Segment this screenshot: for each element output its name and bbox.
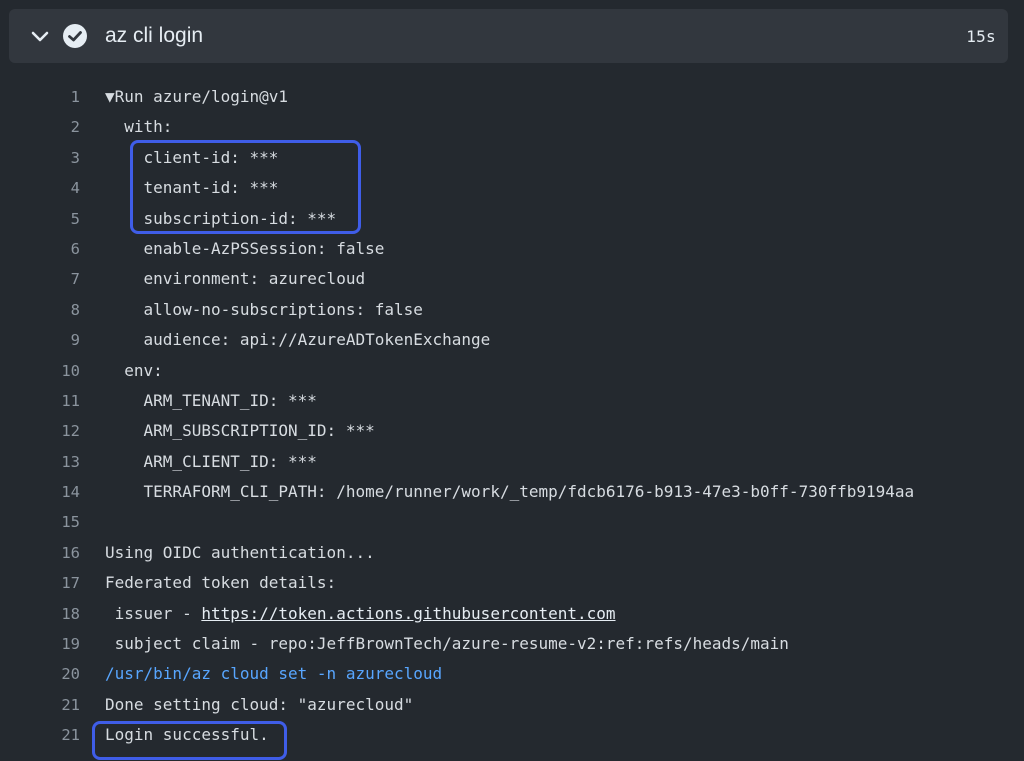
log-line-text: Login successful. (105, 725, 269, 745)
log-command-text: /usr/bin/az cloud set -n azurecloud (105, 664, 443, 684)
log-line-text: with: (105, 117, 173, 137)
line-number[interactable]: 13 (48, 452, 80, 472)
log-line: 21 Done setting cloud: "azurecloud" (0, 690, 1024, 720)
log-line-text: Using OIDC authentication... (105, 542, 375, 562)
line-number[interactable]: 21 (48, 725, 80, 745)
line-number[interactable]: 12 (48, 421, 80, 441)
log-line: 2 with: (0, 112, 1024, 142)
log-line: 7 environment: azurecloud (0, 264, 1024, 294)
log-line-text: Done setting cloud: "azurecloud" (105, 694, 414, 714)
log-line-text: ARM_TENANT_ID: *** (105, 390, 317, 410)
log-line-text: TERRAFORM_CLI_PATH: /home/runner/work/_t… (105, 482, 915, 502)
line-number[interactable]: 2 (48, 117, 80, 137)
line-number[interactable]: 4 (48, 178, 80, 198)
log-line: 18 issuer - https://token.actions.github… (0, 599, 1024, 629)
log-line-text: environment: azurecloud (105, 269, 366, 289)
step-duration: 15s (966, 27, 996, 46)
log-line: 3 client-id: *** (0, 143, 1024, 173)
line-number[interactable]: 17 (48, 573, 80, 593)
log-line: 13 ARM_CLIENT_ID: *** (0, 447, 1024, 477)
line-number[interactable]: 7 (48, 269, 80, 289)
line-number[interactable]: 11 (48, 391, 80, 411)
log-line: 14 TERRAFORM_CLI_PATH: /home/runner/work… (0, 477, 1024, 507)
line-number[interactable]: 16 (48, 543, 80, 563)
log-line: 10 env: (0, 356, 1024, 386)
log-line: 9 audience: api://AzureADTokenExchange (0, 325, 1024, 355)
log-line-text: issuer - https://token.actions.githubuse… (105, 603, 616, 623)
log-line: 20/usr/bin/az cloud set -n azurecloud (0, 659, 1024, 689)
log-line: 21 Login successful. (0, 720, 1024, 750)
line-number[interactable]: 21 (48, 695, 80, 715)
log-line: 17 Federated token details: (0, 568, 1024, 598)
issuer-link[interactable]: https://token.actions.githubusercontent.… (201, 604, 615, 623)
log-line: 4 tenant-id: *** (0, 173, 1024, 203)
line-number[interactable]: 8 (48, 300, 80, 320)
line-number[interactable]: 10 (48, 361, 80, 381)
log-line-text: env: (105, 360, 163, 380)
log-line: 1 ▼Run azure/login@v1 (0, 82, 1024, 112)
line-number[interactable]: 5 (48, 209, 80, 229)
log-line: 11 ARM_TENANT_ID: *** (0, 386, 1024, 416)
chevron-down-icon[interactable] (29, 26, 51, 48)
log-line-text: Federated token details: (105, 573, 337, 593)
log-line-text: client-id: *** (105, 147, 279, 167)
log-line-text: subject claim - repo:JeffBrownTech/azure… (105, 634, 789, 654)
line-number[interactable]: 1 (48, 87, 80, 107)
log-line-text: subscription-id: *** (105, 208, 337, 228)
check-circle-icon (63, 24, 87, 48)
line-number[interactable]: 15 (48, 512, 80, 532)
log-line: 15 (0, 507, 1024, 537)
step-header[interactable]: az cli login 15s (9, 9, 1008, 63)
log-line-text: ARM_SUBSCRIPTION_ID: *** (105, 421, 375, 441)
line-number[interactable]: 6 (48, 239, 80, 259)
log-line-text: enable-AzPSSession: false (105, 238, 385, 258)
line-number[interactable]: 9 (48, 330, 80, 350)
log-line: 8 allow-no-subscriptions: false (0, 295, 1024, 325)
line-number[interactable]: 18 (48, 604, 80, 624)
log-line-text: ARM_CLIENT_ID: *** (105, 451, 317, 471)
step-title: az cli login (105, 24, 204, 47)
log-line: 5 subscription-id: *** (0, 204, 1024, 234)
log-line: 19 subject claim - repo:JeffBrownTech/az… (0, 629, 1024, 659)
log-line-text: audience: api://AzureADTokenExchange (105, 330, 491, 350)
line-number[interactable]: 3 (48, 148, 80, 168)
line-number[interactable]: 20 (48, 664, 80, 684)
log-line: 16 Using OIDC authentication... (0, 538, 1024, 568)
log-line: 12 ARM_SUBSCRIPTION_ID: *** (0, 416, 1024, 446)
log-line-text: allow-no-subscriptions: false (105, 299, 423, 319)
log-output: 1 ▼Run azure/login@v1 2 with: 3 client-id: … (0, 82, 1024, 751)
log-line: 6 enable-AzPSSession: false (0, 234, 1024, 264)
log-line-text: ▼Run azure/login@v1 (105, 87, 289, 106)
line-number[interactable]: 14 (48, 482, 80, 502)
log-line-text: tenant-id: *** (105, 178, 279, 198)
line-number[interactable]: 19 (48, 634, 80, 654)
